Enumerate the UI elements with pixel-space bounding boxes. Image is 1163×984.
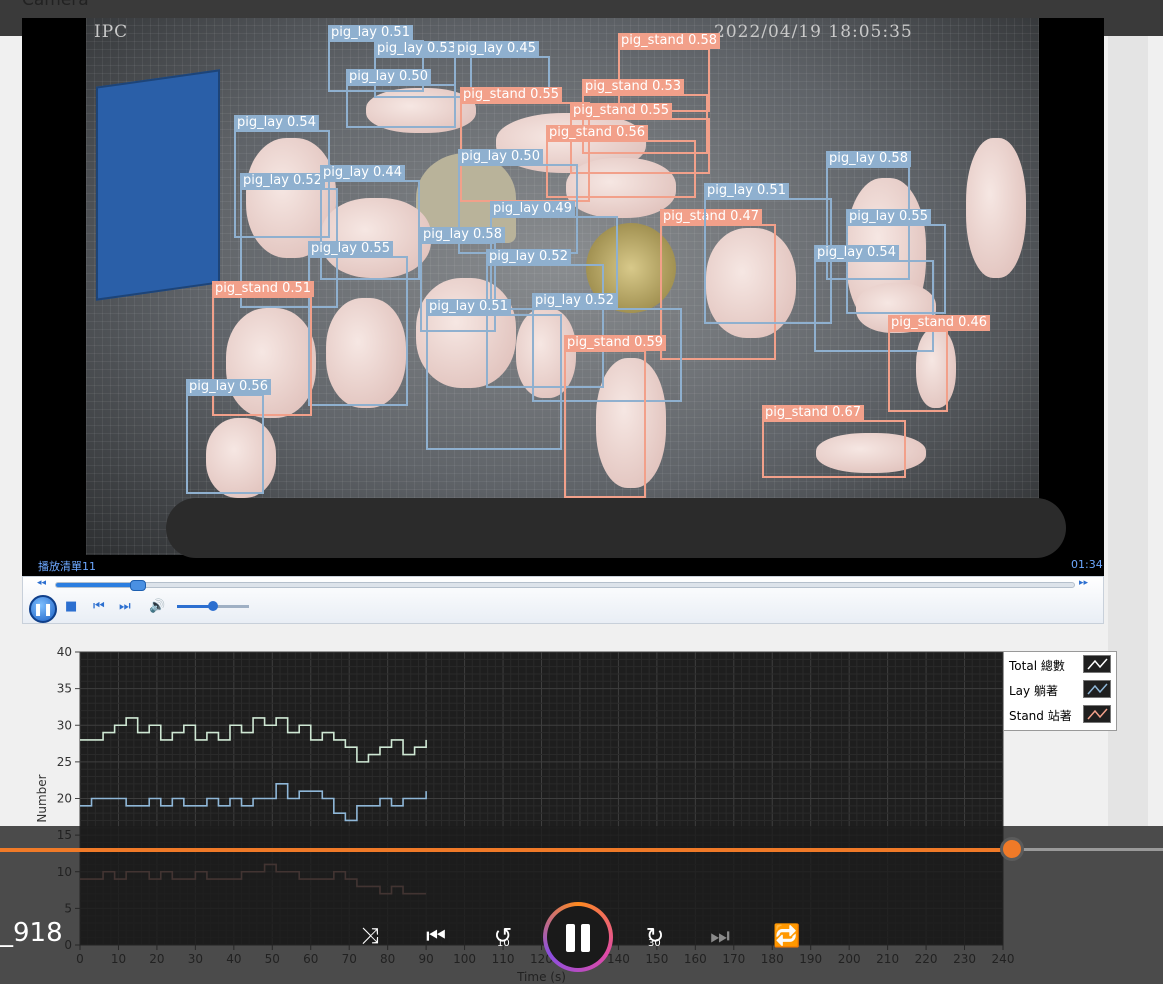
detection-label: pig_stand 0.46 [888,315,991,331]
legend-total-swatch [1083,655,1111,673]
detection-label: pig_lay 0.51 [426,299,511,315]
legend-lay: Lay 躺著 [1009,684,1058,698]
stop-icon[interactable]: ■ [65,599,77,615]
next-icon[interactable]: ⏭ [119,599,131,615]
detection-label: pig_lay 0.51 [704,183,789,199]
detection-label: pig_lay 0.55 [846,209,931,225]
media-seek-thumb[interactable] [1000,837,1024,861]
detection-box: pig_lay 0.55 [308,241,408,406]
seek-thumb[interactable] [130,580,147,591]
detection-label: pig_lay 0.51 [328,25,413,41]
chart-legend: Total 總數 Lay 躺著 Stand 站著 [1003,651,1117,731]
detection-label: pig_lay 0.58 [826,151,911,167]
y-tick-label: 35 [57,682,72,696]
floor-hose [166,498,1066,558]
detection-label: pig_lay 0.50 [346,69,431,85]
detection-label: pig_lay 0.52 [486,249,571,265]
y-tick-label: 25 [57,755,72,769]
next-track-button[interactable]: ⏭ [705,920,735,954]
detection-label: pig_stand 0.59 [564,335,667,351]
detection-box: pig_lay 0.51 [704,183,832,324]
legend-stand-swatch [1083,705,1111,723]
detection-label: pig_stand 0.53 [582,79,685,95]
detection-label: pig_lay 0.50 [458,149,543,165]
detection-label: pig_lay 0.58 [420,227,505,243]
media-progress[interactable] [0,848,1012,852]
detection-label: pig_lay 0.45 [454,41,539,57]
volume-thumb[interactable] [208,601,218,611]
detection-label: pig_lay 0.54 [814,245,899,261]
video-controls: ◂◂ ▸▸ ❚❚ ■ ⏮ ⏭ 🔊 [22,576,1104,624]
seek-progress [56,583,138,587]
detection-label: pig_lay 0.55 [308,241,393,257]
forward-seconds: 30 [648,938,661,949]
detection-box: pig_stand 0.59 [564,335,667,498]
media-progress-remaining[interactable] [1012,848,1163,851]
legend-lay-swatch [1083,680,1111,698]
detection-label: pig_stand 0.67 [762,405,865,421]
detection-label: pig_lay 0.53 [374,41,459,57]
y-tick-label: 40 [57,645,72,659]
detection-label: pig_stand 0.58 [618,33,721,49]
detection-label: pig_lay 0.49 [490,201,575,217]
detection-label: pig_stand 0.56 [546,125,649,141]
shuffle-button[interactable]: ⤨ [355,920,385,954]
playlist-label: 播放清單11 [38,560,96,573]
detection-label: pig_stand 0.55 [570,103,673,119]
detection-box: pig_stand 0.67 [762,405,906,478]
legend-total: Total 總數 [1009,659,1065,673]
legend-stand: Stand 站著 [1009,709,1072,723]
y-axis-label: Number [35,774,49,822]
pause-icon [566,924,575,952]
detection-label: pig_lay 0.56 [186,379,271,395]
seek-back-icon[interactable]: ◂◂ [37,578,46,588]
detection-box: pig_lay 0.56 [186,379,271,494]
osd-camera-name: IPC [94,22,129,42]
pig [966,138,1026,278]
previous-track-button[interactable]: ⏮ [421,920,451,954]
detection-label: pig_stand 0.51 [212,281,315,297]
video-frame[interactable]: IPC 2022/04/19 18:05:35 pig_lay 0.51 pig… [22,18,1104,576]
detection-box: pig_lay 0.50 [346,69,456,128]
detection-label: pig_lay 0.52 [240,173,325,189]
volume-icon[interactable]: 🔊 [149,599,165,615]
video-duration: 01:34 [1071,558,1103,571]
detection-box: pig_stand 0.46 [888,315,991,412]
feeder-box [96,69,220,301]
repeat-button[interactable]: 🔁 [772,920,802,954]
detection-label: pig_lay 0.52 [532,293,617,309]
play-pause-button[interactable] [543,902,613,972]
detection-label: pig_stand 0.55 [460,87,563,103]
media-title: _918 [0,918,63,948]
previous-icon[interactable]: ⏮ [93,599,105,615]
pause-button[interactable]: ❚❚ [29,595,57,623]
volume-slider[interactable] [177,601,249,611]
seek-forward-icon[interactable]: ▸▸ [1079,578,1088,588]
detection-label: pig_lay 0.54 [234,115,319,131]
detection-label: pig_lay 0.44 [320,165,405,181]
panel-label: Camera [22,0,89,10]
y-tick-label: 30 [57,718,72,732]
seek-bar[interactable] [55,580,1075,591]
y-tick-label: 20 [57,792,72,806]
rewind-seconds: 10 [497,938,510,949]
pause-icon [581,924,590,952]
osd-timestamp: 2022/04/19 18:05:35 [714,22,913,42]
